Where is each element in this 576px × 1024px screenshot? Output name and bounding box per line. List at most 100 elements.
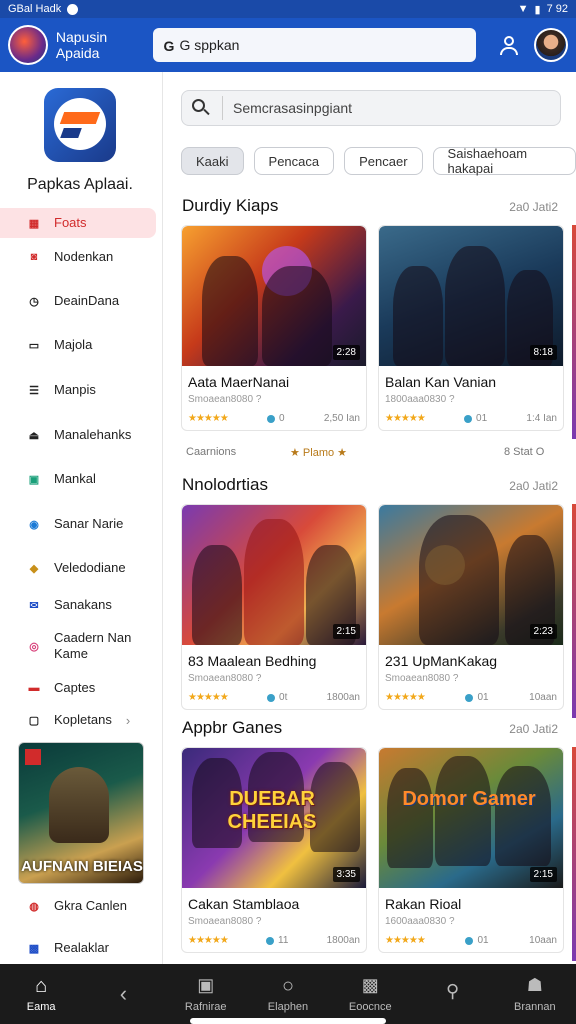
sidebar: Papkas Aplaai. ▦ Foats ◙ Nodenkan ◷ Deai… bbox=[0, 72, 163, 964]
views-count: 01 bbox=[477, 692, 489, 703]
views-count: 0 bbox=[279, 413, 285, 424]
sidebar-item-sanar-narie[interactable]: ◉ Sanar Narie bbox=[0, 509, 163, 539]
duration-badge: 3:35 bbox=[332, 867, 360, 882]
section-title: Durdiy Kiaps bbox=[182, 196, 279, 215]
account-icon[interactable] bbox=[498, 34, 520, 56]
nav-eoocnce[interactable]: ▩ Eoocnce bbox=[329, 964, 411, 1024]
section-title: Appbr Ganes bbox=[182, 718, 283, 737]
chat-bubble-icon: ◍ bbox=[29, 900, 39, 913]
nav-home[interactable]: ⌂ Eama bbox=[0, 964, 82, 1024]
sidebar-item-label: Caadern Nan Kame bbox=[54, 630, 132, 661]
duration-badge: 8:18 bbox=[529, 345, 557, 360]
sidebar-item-manpis[interactable]: ☰ Manpis bbox=[0, 375, 163, 405]
app-header: Napusin Apaida G G sppkan bbox=[0, 18, 576, 72]
game-card[interactable]: 2:28 Aata MaerNanai Smoaean8080 ? ★★★★★ … bbox=[181, 225, 367, 431]
section-more-link[interactable]: 2a0 Jati2 bbox=[509, 722, 558, 736]
nav-back[interactable]: ‹ bbox=[82, 964, 164, 1024]
download-count: 1800an bbox=[326, 935, 360, 946]
nav-rafnirae[interactable]: ▣ Rafnirae bbox=[165, 964, 247, 1024]
header-search-value: G sppkan bbox=[179, 37, 240, 53]
app-logo[interactable] bbox=[8, 25, 48, 65]
section-footer-mid: ★ Plamo ★ bbox=[290, 447, 348, 459]
section-more-link[interactable]: 2a0 Jati2 bbox=[509, 479, 558, 493]
sidebar-item-manalehanks[interactable]: ⏏ Manalehanks bbox=[0, 420, 163, 450]
sidebar-promo-banner[interactable]: AUFNAIN BIEIAS bbox=[18, 742, 144, 884]
chat-icon: ▢ bbox=[28, 714, 40, 727]
sidebar-item-mankal[interactable]: ▣ Mankal bbox=[0, 464, 163, 494]
eye-icon bbox=[267, 414, 276, 423]
game-card[interactable]: 2:15 83 Maalean Bedhing Smoaean8080 ? ★★… bbox=[181, 504, 367, 710]
game-art-logo: DUEBAR CHEEIAS bbox=[227, 788, 317, 833]
game-thumbnail: Domor Gamer 2:15 bbox=[379, 748, 563, 888]
sidebar-item-realaklar[interactable]: ▩ Realaklar bbox=[0, 933, 163, 963]
sidebar-app-name: Papkas Aplaai. bbox=[27, 176, 133, 193]
card-title: 83 Maalean Bedhing bbox=[188, 653, 317, 669]
nav-label: Elaphen bbox=[267, 1001, 309, 1013]
camera-icon: ◎ bbox=[29, 640, 39, 653]
sidebar-item-sanakans[interactable]: ✉ Sanakans bbox=[0, 590, 163, 620]
sidebar-item-nodenkan[interactable]: ◙ Nodenkan bbox=[0, 242, 163, 272]
views-count: 01 bbox=[476, 413, 488, 424]
card-title: 231 UpManKakag bbox=[385, 653, 498, 669]
download-count: 1800an bbox=[326, 692, 360, 703]
views: 11 bbox=[266, 935, 288, 946]
sidebar-item-label: Nodenkan bbox=[54, 249, 114, 264]
store-logo-icon[interactable] bbox=[44, 88, 116, 162]
sidebar-item-deaindana[interactable]: ◷ DeainDana bbox=[0, 286, 163, 316]
game-card[interactable]: 2:23 231 UpManKakag Smoaean8080 ? ★★★★★ … bbox=[378, 504, 564, 710]
nav-label: Rafnirae bbox=[184, 1001, 227, 1013]
game-card[interactable]: DUEBAR CHEEIAS 3:35 Cakan Stamblaoa Smoa… bbox=[181, 747, 367, 953]
status-right-text: 7 92 bbox=[546, 3, 568, 15]
sidebar-item-label: Manalehanks bbox=[54, 427, 132, 442]
section-title: Nnolodrtias bbox=[182, 475, 268, 494]
game-thumbnail: 2:23 bbox=[379, 505, 563, 645]
game-thumbnail: 2:28 bbox=[182, 226, 366, 366]
game-card[interactable]: 8:18 Balan Kan Vanian 1800aaa0830 ? ★★★★… bbox=[378, 225, 564, 431]
promo-banner-title: AUFNAIN BIEIAS bbox=[21, 858, 143, 875]
chip-pencaer[interactable]: Pencaer bbox=[344, 147, 423, 175]
status-left-text: GBal Hadk bbox=[8, 3, 62, 15]
home-gesture-bar[interactable] bbox=[190, 1018, 386, 1024]
chip-pencaca[interactable]: Pencaca bbox=[253, 147, 335, 175]
main-search-placeholder: Semcrasasinpgiant bbox=[233, 100, 353, 116]
game-card[interactable]: Domor Gamer 2:15 Rakan Rioal 1600aaa0830… bbox=[378, 747, 564, 953]
image-icon: ▩ bbox=[361, 975, 379, 995]
battery-icon: ▮ bbox=[534, 3, 541, 16]
game-thumbnail: 2:15 bbox=[182, 505, 366, 645]
chip-saishaehoam[interactable]: Saishaehoam hakapai bbox=[432, 146, 576, 176]
search-g-icon: G bbox=[163, 38, 175, 54]
nav-elaphen[interactable]: ○ Elaphen bbox=[247, 964, 329, 1024]
chevron-right-icon: › bbox=[125, 712, 131, 728]
sidebar-item-caadern[interactable]: ◎ Caadern Nan Kame bbox=[0, 628, 163, 664]
card-title: Rakan Rioal bbox=[385, 896, 462, 912]
avatar[interactable] bbox=[534, 28, 568, 62]
sidebar-item-majola[interactable]: ▭ Majola bbox=[0, 330, 163, 360]
section-more-link[interactable]: 2a0 Jati2 bbox=[509, 200, 558, 214]
card-subtitle: Smoaean8080 ? bbox=[385, 673, 459, 684]
sidebar-item-label: Sanakans bbox=[54, 597, 112, 612]
sidebar-item-veledodiane[interactable]: ◆ Veledodiane bbox=[0, 553, 163, 583]
search-icon bbox=[192, 99, 210, 117]
main-search-input[interactable]: Semcrasasinpgiant bbox=[181, 90, 561, 126]
status-bar: GBal Hadk ▼ ▮ 7 92 bbox=[0, 0, 576, 18]
mail-icon: ✉ bbox=[29, 599, 39, 612]
hat-icon: ⏏ bbox=[28, 429, 40, 442]
views: 0 bbox=[267, 413, 285, 424]
chip-kaaki[interactable]: Kaaki bbox=[181, 147, 244, 175]
app-title: Napusin Apaida bbox=[55, 29, 108, 61]
download-count: 10aan bbox=[529, 935, 557, 946]
sidebar-item-kopletans[interactable]: ▢ Kopletans › bbox=[0, 705, 163, 735]
sidebar-item-captes[interactable]: ▬ Captes bbox=[0, 673, 163, 703]
header-search-input[interactable]: G G sppkan bbox=[153, 28, 477, 62]
eye-icon bbox=[266, 936, 275, 945]
nav-brannan[interactable]: ☗ Brannan bbox=[494, 964, 576, 1024]
filter-chips: Kaaki Pencaca Pencaer Saishaehoam hakapa… bbox=[181, 146, 576, 176]
bookmark-icon: ▣ bbox=[197, 975, 215, 995]
puzzle-icon: ◆ bbox=[29, 562, 39, 575]
sidebar-item-gkra-canlen[interactable]: ◍ Gkra Canlen bbox=[0, 891, 163, 921]
download-count: 10aan bbox=[529, 692, 557, 703]
sidebar-item-foats[interactable]: ▦ Foats bbox=[0, 208, 156, 238]
download-count: 2,50 Ian bbox=[323, 413, 360, 424]
download-count: 1:4 Ian bbox=[526, 413, 557, 424]
nav-search[interactable]: ⚲ bbox=[411, 964, 493, 1024]
